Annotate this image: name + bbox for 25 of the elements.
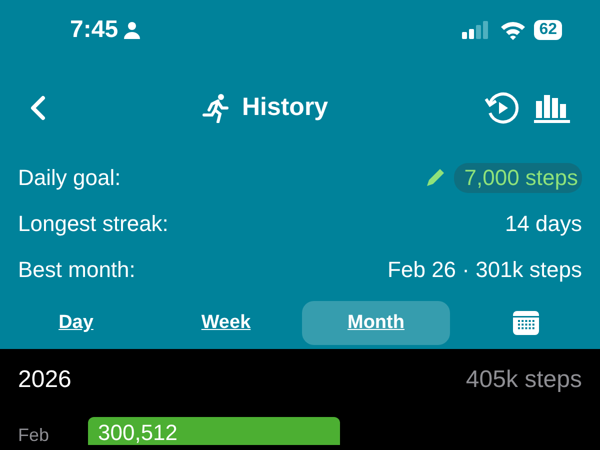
stat-value: Feb 26 · 301k steps [388, 257, 582, 283]
screen-title: History [242, 93, 328, 122]
pencil-icon[interactable] [424, 167, 446, 189]
wifi-icon [500, 20, 526, 40]
runner-icon [202, 92, 230, 122]
person-icon [123, 21, 142, 39]
back-icon[interactable] [30, 94, 46, 120]
goal-value[interactable]: 7,000 steps [454, 163, 582, 193]
stat-label: Daily goal: [18, 165, 121, 191]
bar-chart-icon[interactable] [534, 92, 570, 122]
signal-icon [462, 21, 490, 39]
stat-value: 14 days [504, 211, 582, 237]
year-label: 2026 [18, 366, 72, 394]
period-tab[interactable]: Week [152, 301, 300, 345]
calendar-icon[interactable] [513, 311, 539, 335]
month-bar: 300,512 [88, 417, 340, 445]
period-tab[interactable]: Month [302, 301, 450, 345]
year-total: 405k steps [466, 366, 582, 394]
month-label: Feb [18, 424, 50, 445]
period-tab[interactable]: Day [2, 301, 150, 345]
stat-label: Longest streak: [18, 211, 168, 237]
replay-icon[interactable] [484, 90, 520, 124]
stat-label: Best month: [18, 257, 136, 283]
status-time: 7:45 [70, 16, 118, 44]
battery-level: 62 [534, 20, 562, 40]
